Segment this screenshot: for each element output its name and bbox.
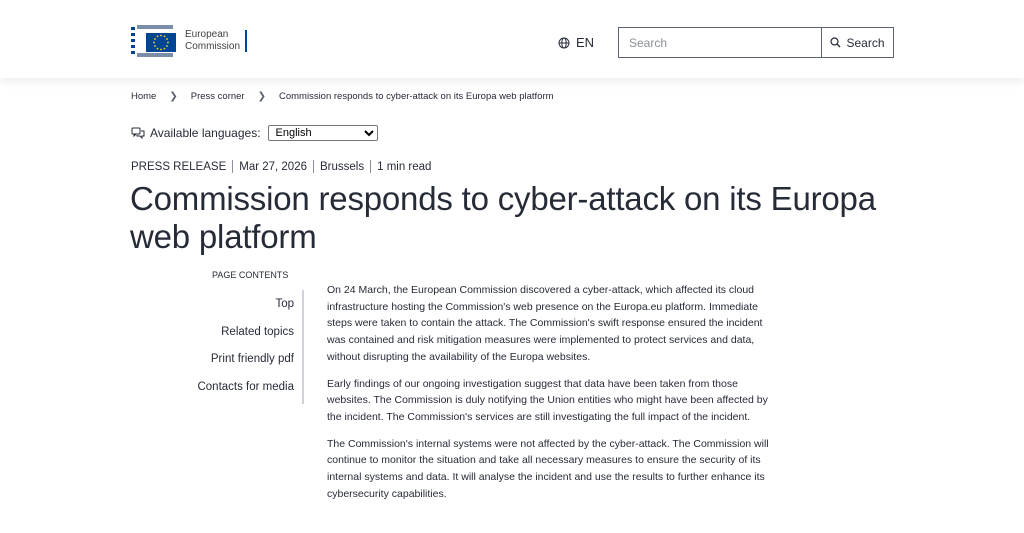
breadcrumb-current: Commission responds to cyber-attack on i… <box>278 91 554 102</box>
logo-line-1: European <box>185 29 229 40</box>
language-switcher[interactable]: EN <box>558 35 594 50</box>
page-contents-heading: PAGE CONTENTS <box>212 270 289 280</box>
article-meta: PRESS RELEASE Mar 27, 2026 Brussels 1 mi… <box>131 160 431 173</box>
available-languages: Available languages: English <box>131 125 378 141</box>
breadcrumb-home[interactable]: Home <box>131 91 156 102</box>
page-contents-divider <box>302 290 304 404</box>
page-contents-item-contacts[interactable]: Contacts for media <box>150 375 294 403</box>
article-body: On 24 March, the European Commission dis… <box>327 282 773 512</box>
page-contents-item-print-pdf[interactable]: Print friendly pdf <box>150 347 294 375</box>
globe-icon <box>558 37 570 48</box>
article-type: PRESS RELEASE <box>131 160 227 173</box>
language-code: EN <box>576 35 595 50</box>
speech-bubbles-icon <box>131 127 145 139</box>
article-paragraph: Early findings of our ongoing investigat… <box>327 377 768 423</box>
article-date: Mar 27, 2026 <box>239 160 307 173</box>
article-read-time: 1 min read <box>377 160 432 173</box>
search-input[interactable] <box>618 27 822 58</box>
meta-divider <box>370 160 372 173</box>
breadcrumb: Home ❯ Press corner ❯ Commission respond… <box>131 91 554 102</box>
search-button-label: Search <box>846 35 885 50</box>
page-contents-item-related-topics[interactable]: Related topics <box>150 320 294 348</box>
meta-divider <box>232 160 234 173</box>
breadcrumb-press-corner[interactable]: Press corner <box>191 91 245 102</box>
eu-flag-icon <box>131 23 177 59</box>
page-contents-list: Top Related topics Print friendly pdf Co… <box>150 292 294 402</box>
chevron-right-icon: ❯ <box>257 91 266 102</box>
european-commission-logo[interactable]: European Commission <box>131 23 248 59</box>
search-button[interactable]: Search <box>821 27 894 58</box>
logo-text: European Commission <box>185 29 244 53</box>
article-paragraph: On 24 March, the European Commission dis… <box>327 284 763 363</box>
site-header: European Commission EN Search <box>0 0 1024 78</box>
page-contents-item-top[interactable]: Top <box>150 292 294 320</box>
search-icon <box>830 37 841 48</box>
language-select[interactable]: English <box>267 125 378 141</box>
article-paragraph: The Commission's internal systems were n… <box>327 437 769 500</box>
page-title: Commission responds to cyber-attack on i… <box>130 180 876 255</box>
available-languages-label: Available languages: <box>150 126 261 140</box>
logo-line-2: Commission <box>185 41 241 52</box>
article-location: Brussels <box>320 160 365 173</box>
meta-divider <box>313 160 314 173</box>
logo-divider <box>245 30 248 52</box>
chevron-right-icon: ❯ <box>169 91 178 102</box>
